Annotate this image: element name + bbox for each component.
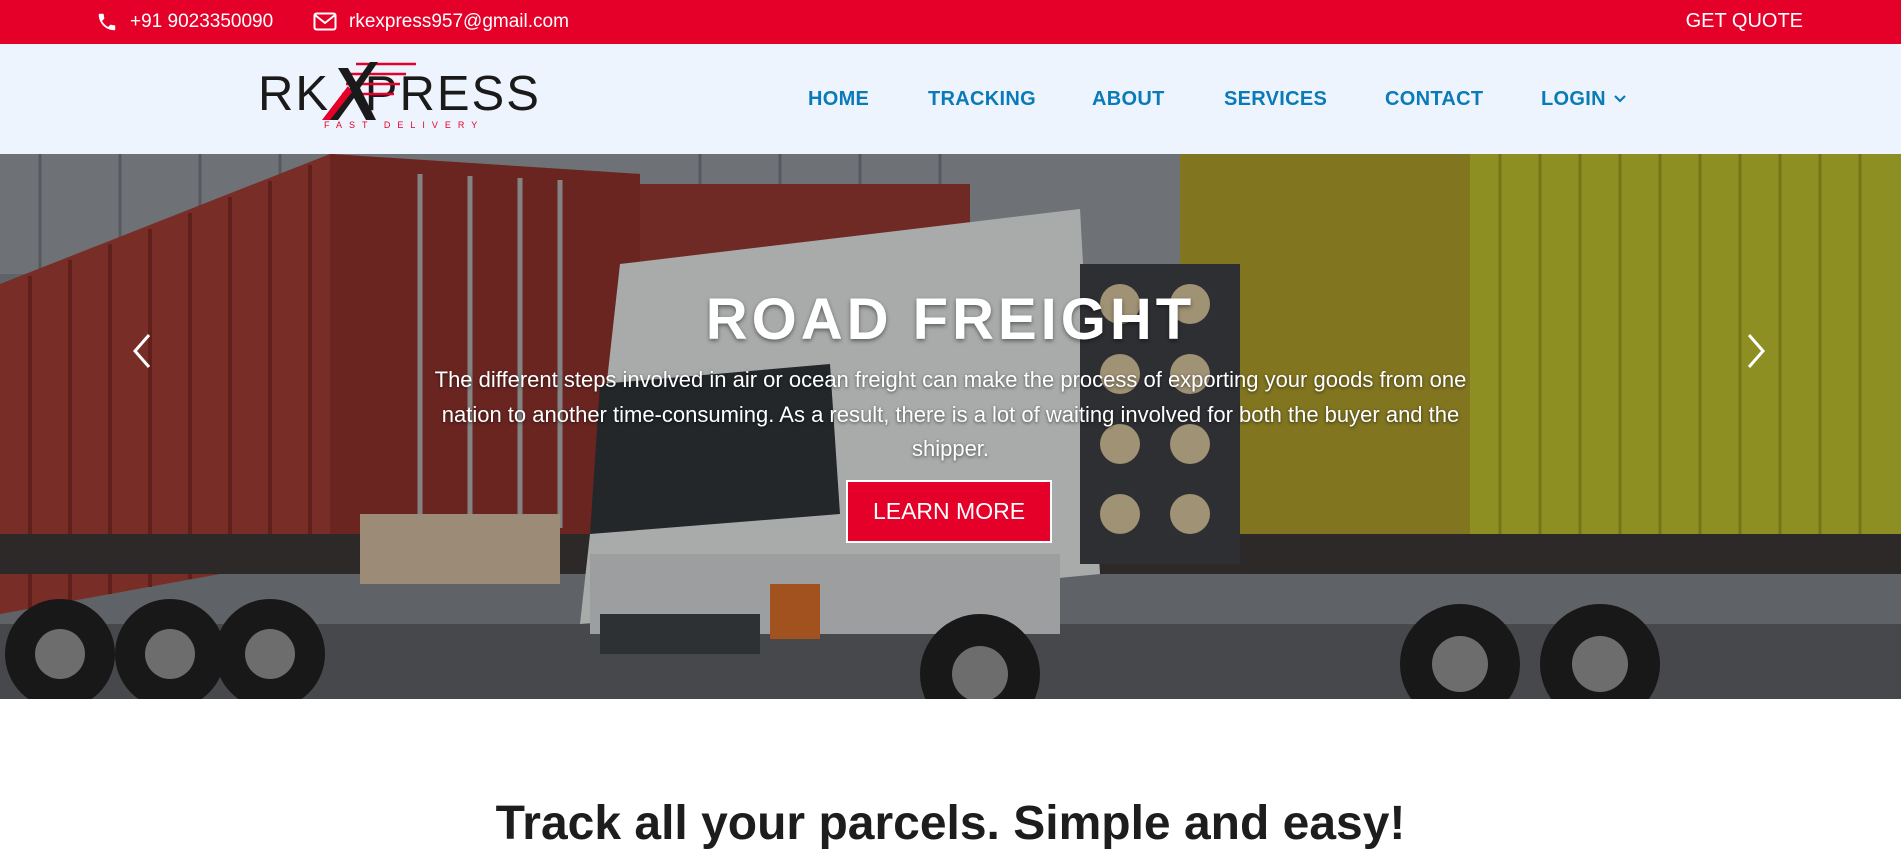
phone-icon: [98, 13, 116, 31]
envelope-icon: [313, 12, 337, 31]
nav-contact[interactable]: CONTACT: [1385, 44, 1483, 154]
top-bar: +91 9023350090 rkexpress957@gmail.com GE…: [0, 0, 1901, 44]
main-nav: HOME TRACKING ABOUT SERVICES CONTACT LOG…: [0, 44, 1901, 154]
hero-title: ROAD FREIGHT: [705, 287, 1196, 352]
nav-home[interactable]: HOME: [808, 44, 869, 154]
email-contact[interactable]: rkexpress957@gmail.com: [313, 0, 569, 44]
hero-description: The different steps involved in air or o…: [434, 367, 1467, 461]
hero-carousel: ROAD FREIGHT The different steps involve…: [0, 154, 1901, 699]
phone-number: +91 9023350090: [130, 11, 274, 32]
nav-tracking[interactable]: TRACKING: [928, 44, 1036, 154]
nav-services[interactable]: SERVICES: [1224, 44, 1327, 154]
get-quote-link[interactable]: GET QUOTE: [1686, 0, 1803, 42]
tracking-section-title: Track all your parcels. Simple and easy!: [495, 797, 1406, 850]
nav-login[interactable]: LOGIN: [1541, 44, 1627, 154]
nav-about[interactable]: ABOUT: [1092, 44, 1165, 154]
learn-more-button[interactable]: LEARN MORE: [846, 480, 1052, 543]
email-address: rkexpress957@gmail.com: [349, 11, 569, 32]
nav-login-label: LOGIN: [1541, 87, 1606, 110]
phone-contact[interactable]: +91 9023350090: [96, 0, 273, 44]
chevron-down-icon: [1614, 95, 1626, 103]
